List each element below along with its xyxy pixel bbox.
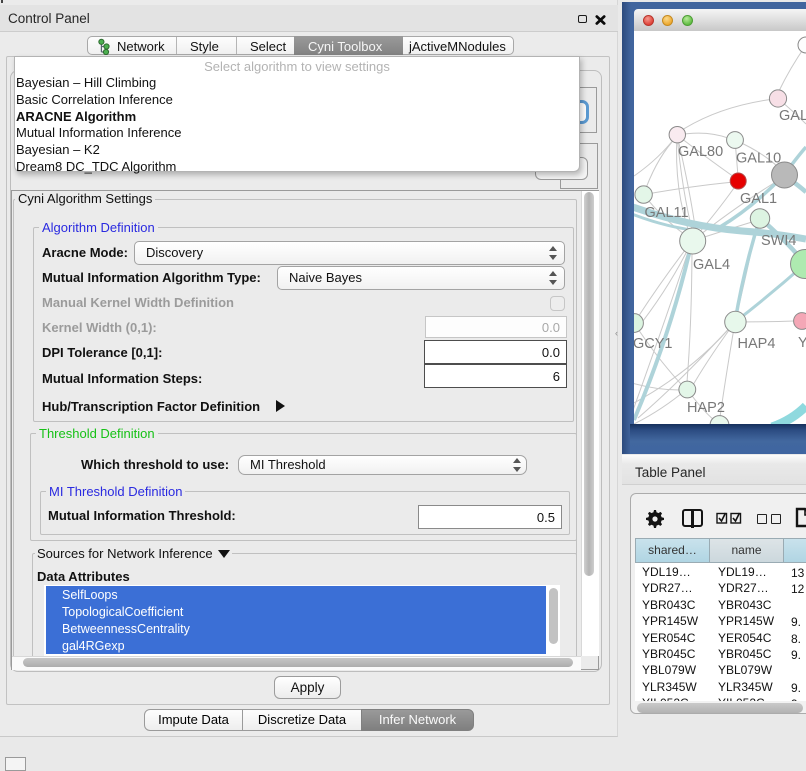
svg-text:Y: Y [798,335,806,351]
svg-text:GAL4: GAL4 [693,257,730,273]
svg-text:HAP4: HAP4 [738,336,776,352]
svg-text:GAL80: GAL80 [678,144,723,160]
svg-text:GAL10: GAL10 [736,151,781,167]
svg-text:GAL7: GAL7 [779,108,806,124]
svg-text:HAP2: HAP2 [687,400,725,416]
svg-text:SWI4: SWI4 [761,233,796,249]
svg-text:GCY1: GCY1 [634,336,673,352]
svg-text:GAL1: GAL1 [740,191,777,207]
svg-text:GAL11: GAL11 [645,205,689,221]
